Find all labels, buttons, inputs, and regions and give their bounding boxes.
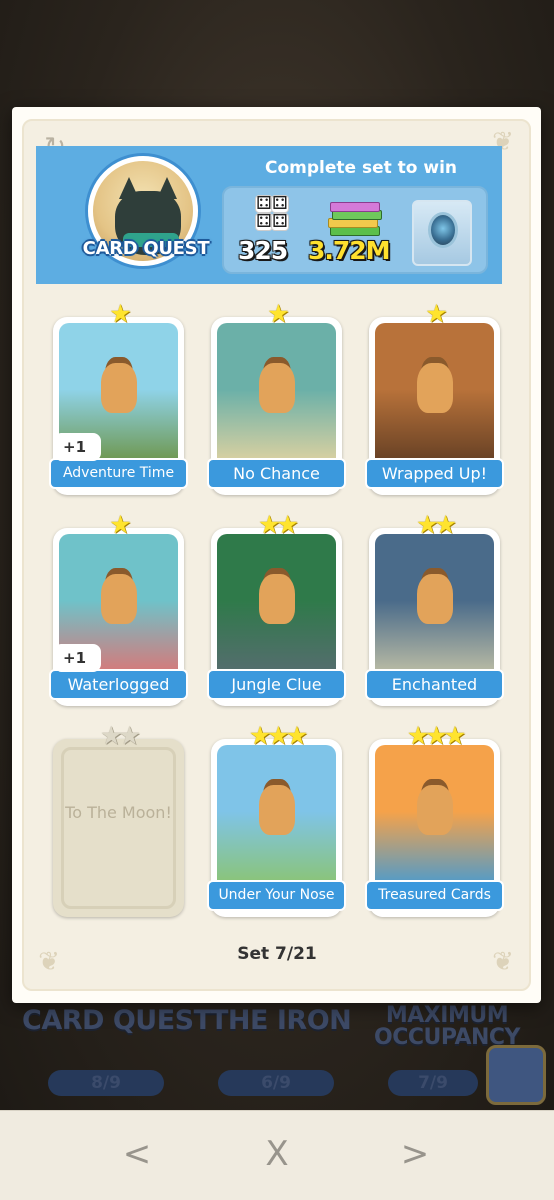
star-rating-icon: ★ [109,299,131,328]
card-art [217,534,336,682]
close-button[interactable]: X [252,1129,302,1179]
card-name: Enchanted [365,669,504,700]
card-under-your-nose[interactable]: Under Your Nose ★★★ [207,723,346,919]
character-icon [101,363,137,413]
bg-progress-3: 7/9 [388,1070,478,1096]
card-treasured-cards[interactable]: Treasured Cards ★★★ [365,723,504,919]
star-rating-icon: ★★ [258,510,299,539]
card-name: Adventure Time [49,458,188,489]
card-jungle-clue[interactable]: Jungle Clue ★★ [207,512,346,708]
set-title: CARD QUEST [82,238,210,259]
card-no-chance[interactable]: No Chance ★ [207,301,346,497]
star-rating-icon: ★ [267,299,289,328]
next-set-button[interactable]: > [390,1129,440,1179]
character-icon [417,574,453,624]
token-reward [412,200,472,266]
bottom-nav: < X > [0,1110,554,1200]
corner-ornament-icon: ❦ [492,947,514,977]
bg-label-card-quest: CARD QUEST [22,1005,212,1036]
character-icon [259,574,295,624]
card-art [217,745,336,893]
dice-icon [253,193,291,237]
bg-label-the-iron: THE IRON [210,1005,352,1036]
token-icon [428,212,458,248]
set-counter: Set 7/21 [237,944,317,964]
bg-album-icon [486,1045,546,1105]
card-wrapped-up[interactable]: Wrapped Up! ★ [365,301,504,497]
card-name: To The Moon! [65,803,172,822]
duplicate-count-badge: +1 [57,433,101,461]
corner-ornament-icon: ❦ [38,947,60,977]
card-adventure-time[interactable]: Adventure Time +1 ★ [49,301,188,497]
card-name: Under Your Nose [207,880,346,911]
previous-set-button[interactable]: < [112,1129,162,1179]
card-waterlogged[interactable]: Waterlogged +1 ★ [49,512,188,708]
card-enchanted[interactable]: Enchanted ★★ [365,512,504,708]
character-icon [417,363,453,413]
card-name: Treasured Cards [365,880,504,911]
star-rating-icon: ★★★ [248,721,308,750]
character-icon [101,574,137,624]
star-rating-icon: ★ [109,510,131,539]
card-name: Jungle Clue [207,669,346,700]
bg-progress-2: 6/9 [218,1070,334,1096]
bg-progress-1: 8/9 [48,1070,164,1096]
card-name: No Chance [207,458,346,489]
card-art [375,534,494,682]
star-rating-icon: ★★ [416,510,457,539]
star-rating-icon: ★ [425,299,447,328]
star-rating-icon: ★★★ [406,721,466,750]
cash-reward-value: 3.72M [308,236,391,265]
bg-label-maximum-occupancy: MAXIMUM OCCUPANCY [374,1003,520,1050]
character-icon [417,785,453,835]
card-to-the-moon[interactable]: To The Moon! ★★ [53,723,184,919]
character-icon [259,785,295,835]
cash-icon [324,202,386,236]
card-name: Wrapped Up! [365,458,504,489]
background-album-row: CARD QUEST THE IRON MAXIMUM OCCUPANCY 8/… [0,1005,554,1110]
complete-set-text: Complete set to win [264,158,458,178]
card-name: Waterlogged [49,669,188,700]
dice-reward-value: 325 [238,236,288,265]
duplicate-count-badge: +1 [57,644,101,672]
card-art [375,323,494,471]
locked-card-outline [61,747,176,909]
card-art [217,323,336,471]
character-icon [259,363,295,413]
card-art [375,745,494,893]
star-rating-icon: ★★ [100,721,141,750]
